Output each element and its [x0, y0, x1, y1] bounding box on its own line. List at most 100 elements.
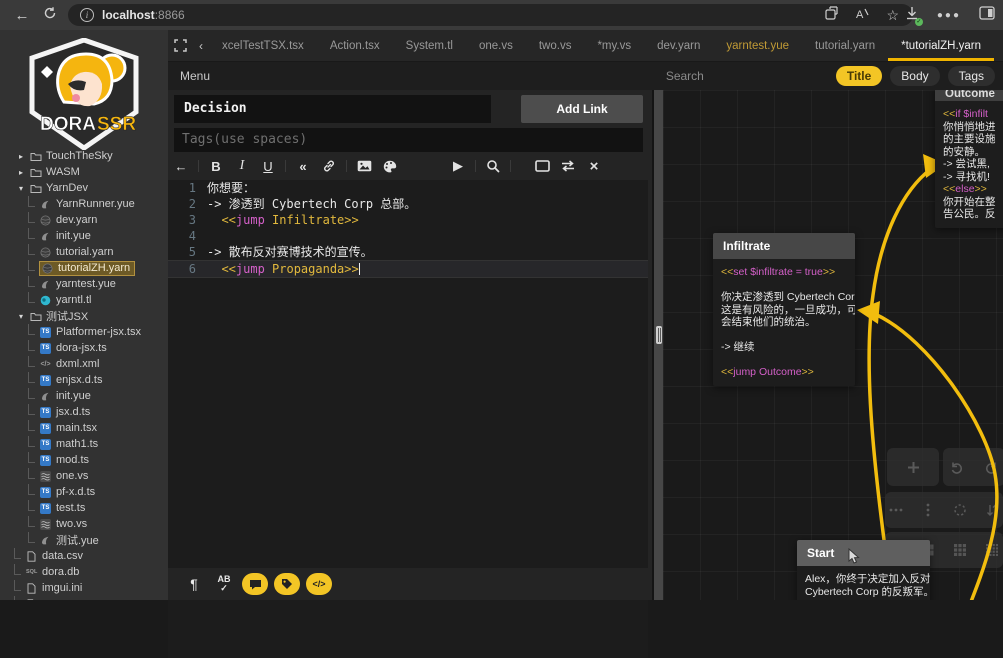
pilcrow-icon[interactable]: ¶	[182, 576, 206, 592]
tree-file-jsx-d-ts[interactable]: TSjsx.d.ts	[0, 404, 168, 420]
tab-dev-yarn[interactable]: dev.yarn	[644, 30, 713, 61]
back-icon[interactable]: ←	[168, 152, 194, 180]
dots-vertical-icon[interactable]	[917, 503, 939, 517]
tree-folder-yarndev[interactable]: ▾YarnDev	[0, 180, 168, 196]
tree-file-dxml-xml[interactable]: </>dxml.xml	[0, 356, 168, 372]
tree-file-clipped[interactable]	[0, 596, 168, 600]
tree-file-init-yue[interactable]: init.yue	[0, 388, 168, 404]
tree-file-math1-ts[interactable]: TSmath1.ts	[0, 436, 168, 452]
read-aloud-icon[interactable]: A	[855, 7, 870, 24]
info-icon[interactable]: i	[80, 8, 94, 22]
tree-file-init-yue[interactable]: init.yue	[0, 228, 168, 244]
node-start-title[interactable]: Start	[797, 540, 930, 566]
tree-file-dora-jsx-ts[interactable]: TSdora-jsx.ts	[0, 340, 168, 356]
node-infiltrate[interactable]: Infiltrate <<set $infiltrate = true>> 你决…	[713, 233, 855, 386]
tab--tutorialzh-yarn[interactable]: *tutorialZH.yarn	[888, 30, 994, 61]
download-icon[interactable]: ✓	[905, 6, 919, 24]
node-graph-panel[interactable]: Outcome <<if $infilt你悄悄地进的主要设施的安静。-> 尝试黑…	[663, 90, 1003, 600]
search-icon[interactable]	[480, 152, 506, 180]
node-infiltrate-title[interactable]: Infiltrate	[713, 233, 855, 259]
chat-bubble-icon[interactable]	[242, 573, 268, 595]
dashed-circle-icon[interactable]	[949, 503, 971, 517]
tree-file-yarnrunner-yue[interactable]: YarnRunner.yue	[0, 196, 168, 212]
node-start[interactable]: Start Alex，你终于决定加入反对Cybertech Corp 的反叛军。…	[797, 540, 930, 600]
double-chevron-left-icon[interactable]: «	[290, 152, 316, 180]
bold-icon[interactable]: B	[203, 152, 229, 180]
tree-file-dora-db[interactable]: SQLdora.db	[0, 564, 168, 580]
italic-icon[interactable]: I	[229, 152, 255, 180]
tree-file-dev-yarn[interactable]: dev.yarn	[0, 212, 168, 228]
sidebar-panel-icon[interactable]	[979, 6, 995, 24]
redo-icon[interactable]	[979, 461, 1003, 474]
frame-icon[interactable]	[529, 152, 555, 180]
scroll-tabs-left-icon[interactable]: ‹	[193, 30, 209, 61]
tree-folder-wasm[interactable]: ▸WASM	[0, 164, 168, 180]
node-outcome[interactable]: Outcome <<if $infilt你悄悄地进的主要设施的安静。-> 尝试黑…	[935, 90, 1003, 228]
zoom-grid3-icon[interactable]	[949, 544, 971, 556]
back-icon[interactable]: ←	[8, 7, 36, 24]
code-line-2[interactable]: 2-> 渗透到 Cybertech Corp 总部。	[168, 196, 648, 212]
tab-two-vs[interactable]: two.vs	[526, 30, 585, 61]
tab-system-tl[interactable]: System.tl	[393, 30, 466, 61]
play-icon[interactable]: ▶	[445, 152, 471, 180]
tree-file-mod-ts[interactable]: TSmod.ts	[0, 452, 168, 468]
toggle-title[interactable]: Title	[836, 66, 882, 86]
tab-xceltesttsx-tsx[interactable]: xcelTestTSX.tsx	[209, 30, 317, 61]
code-line-5[interactable]: 5-> 散布反对赛博技术的宣传。	[168, 244, 648, 260]
code-line-1[interactable]: 1你想要：	[168, 180, 648, 196]
tree-folder-测试jsx[interactable]: ▾测试JSX	[0, 308, 168, 324]
sort-icon[interactable]	[981, 503, 1003, 517]
tree-file-yarntl-tl[interactable]: yarntl.tl	[0, 292, 168, 308]
tags-input[interactable]: Tags(use spaces)	[174, 128, 643, 152]
chevron-right-icon[interactable]: ▸	[16, 168, 26, 177]
tab-one-vs[interactable]: one.vs	[466, 30, 526, 61]
code-line-4[interactable]: 4	[168, 228, 648, 244]
tree-file-yarntest-yue[interactable]: yarntest.yue	[0, 276, 168, 292]
tag-icon[interactable]	[274, 573, 300, 595]
splitter-grip-icon[interactable]	[656, 326, 662, 344]
tree-file-platformer-jsx-tsx[interactable]: TSPlatformer-jsx.tsx	[0, 324, 168, 340]
tree-file-测试-yue[interactable]: 测试.yue	[0, 532, 168, 548]
code-line-3[interactable]: 3 <<jump Infiltrate>>	[168, 212, 648, 228]
image-icon[interactable]	[351, 152, 377, 180]
tree-file-test-ts[interactable]: TStest.ts	[0, 500, 168, 516]
split-screen-icon[interactable]	[825, 6, 839, 24]
search-input[interactable]	[666, 69, 786, 83]
tree-file-pf-x-d-ts[interactable]: TSpf-x.d.ts	[0, 484, 168, 500]
fullscreen-icon[interactable]	[168, 30, 193, 61]
favorite-star-icon[interactable]: ☆	[886, 7, 899, 24]
tab-yarntest-yue[interactable]: yarntest.yue	[713, 30, 802, 61]
dots-horizontal-icon[interactable]	[885, 508, 907, 512]
tree-file-data-csv[interactable]: data.csv	[0, 548, 168, 564]
tree-folder-touchthesky[interactable]: ▸TouchTheSky	[0, 148, 168, 164]
chevron-right-icon[interactable]: ▸	[16, 152, 26, 161]
underline-icon[interactable]: U	[255, 152, 281, 180]
tree-file-main-tsx[interactable]: TSmain.tsx	[0, 420, 168, 436]
tab-action-tsx[interactable]: Action.tsx	[317, 30, 393, 61]
address-bar[interactable]: i localhost:8866 A ☆	[68, 4, 913, 26]
close-icon[interactable]: ×	[581, 152, 607, 180]
tree-file-two-vs[interactable]: two.vs	[0, 516, 168, 532]
tree-file-tutorial-yarn[interactable]: tutorial.yarn	[0, 244, 168, 260]
menu-button[interactable]: Menu	[168, 69, 210, 83]
add-node-button[interactable]	[887, 448, 939, 486]
tree-file-enjsx-d-ts[interactable]: TSenjsx.d.ts	[0, 372, 168, 388]
tab-tutorial-yarn[interactable]: tutorial.yarn	[802, 30, 888, 61]
node-outcome-title[interactable]: Outcome	[935, 90, 1003, 101]
zoom-grid4-icon[interactable]	[981, 544, 1003, 556]
more-menu-icon[interactable]: ●●●	[937, 10, 961, 21]
node-title-input[interactable]: Decision	[174, 95, 491, 123]
toggle-tags[interactable]: Tags	[948, 66, 995, 86]
swap-icon[interactable]	[555, 152, 581, 180]
toggle-body[interactable]: Body	[890, 66, 939, 86]
link-icon[interactable]	[316, 152, 342, 180]
refresh-icon[interactable]	[36, 6, 64, 24]
add-link-button[interactable]: Add Link	[521, 95, 643, 123]
chevron-down-icon[interactable]: ▾	[16, 312, 26, 321]
code-icon[interactable]: </>	[306, 573, 332, 595]
chevron-down-icon[interactable]: ▾	[16, 184, 26, 193]
tree-file-tutorialzh-yarn[interactable]: tutorialZH.yarn	[0, 260, 168, 276]
tab--my-vs[interactable]: *my.vs	[584, 30, 644, 61]
tree-file-one-vs[interactable]: one.vs	[0, 468, 168, 484]
code-line-6[interactable]: 6 <<jump Propaganda>>	[168, 260, 648, 278]
